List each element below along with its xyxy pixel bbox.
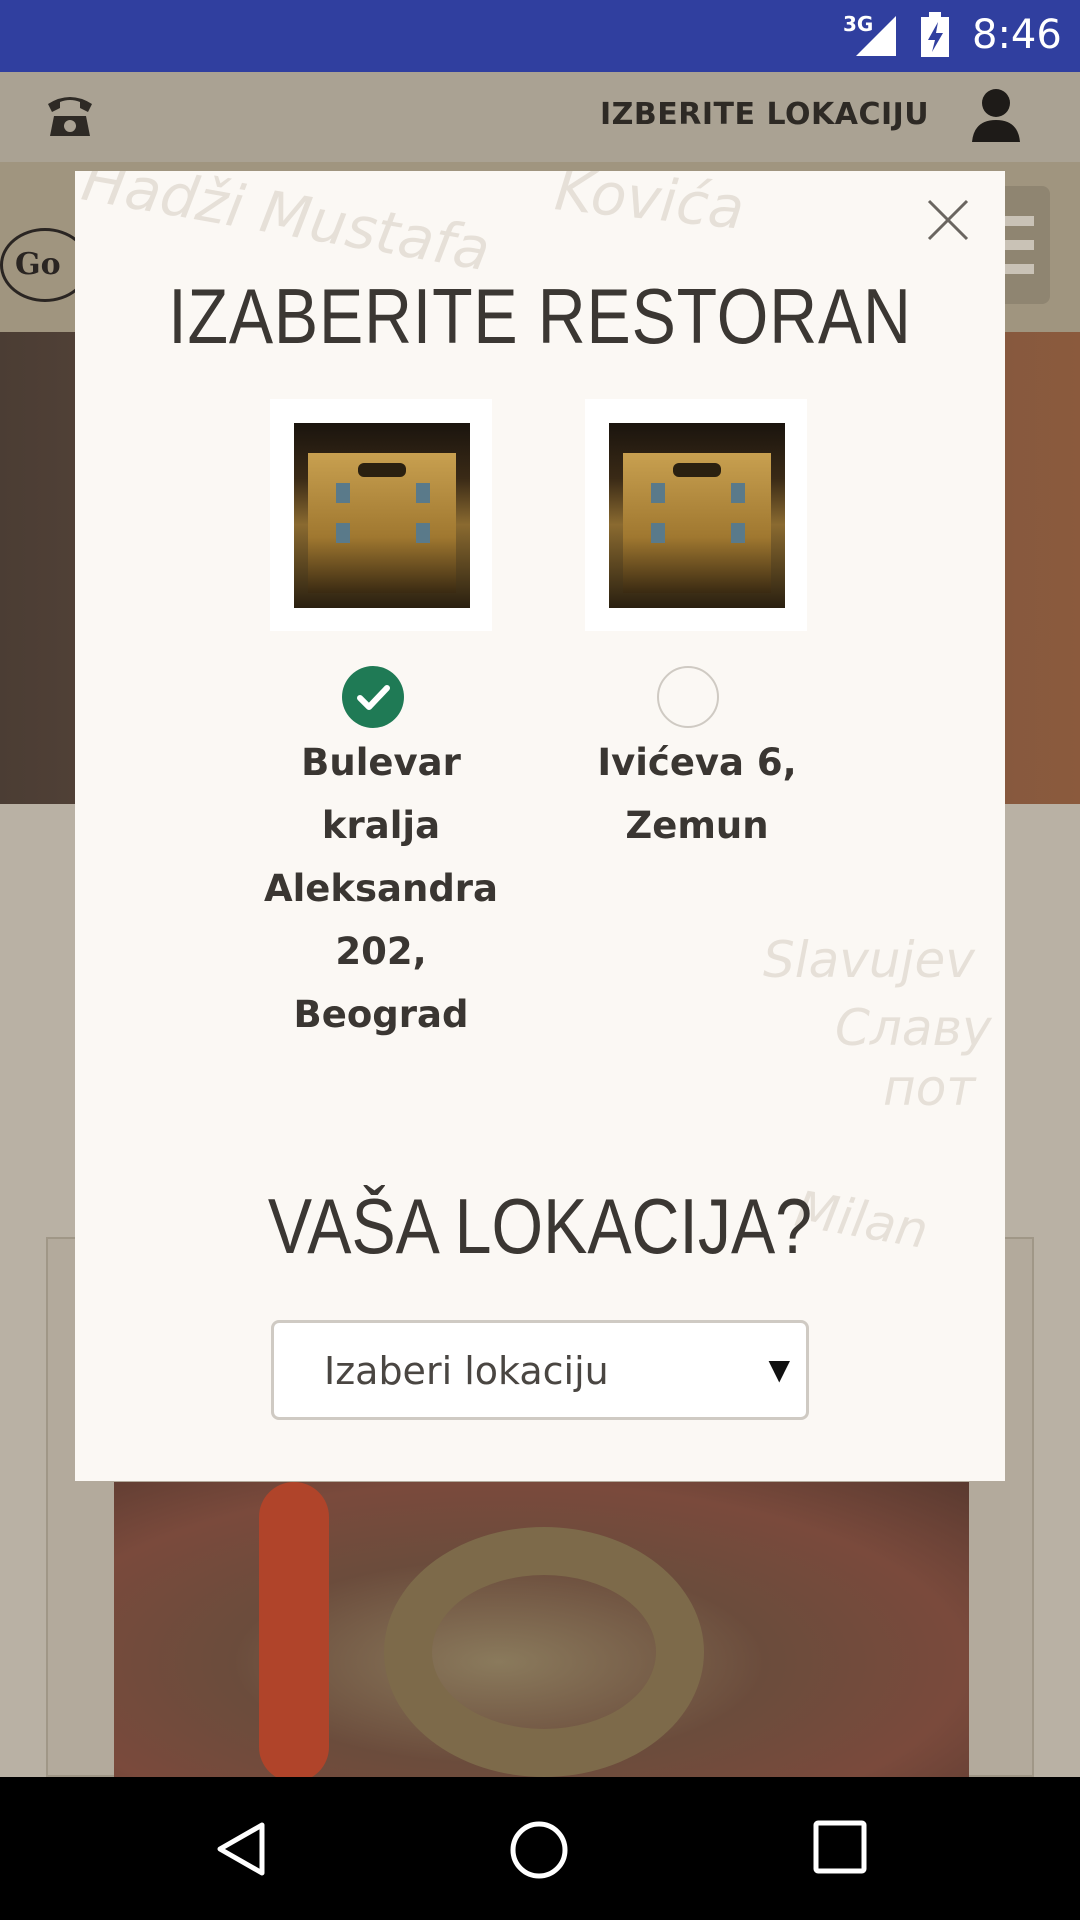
clock: 8:46 xyxy=(972,12,1062,58)
close-icon[interactable] xyxy=(923,195,973,245)
map-watermark: пот xyxy=(883,1059,976,1117)
location-title: VAŠA LOKACIJA? xyxy=(267,1182,813,1270)
map-watermark: Slavujev xyxy=(763,931,975,989)
restaurant-picker-modal: Hadži Mustafa Kovića Slavujev Славу пот … xyxy=(75,171,1005,1481)
user-icon[interactable] xyxy=(970,88,1022,142)
recents-icon[interactable] xyxy=(812,1819,868,1875)
app-header: IZBERITE LOKACIJU xyxy=(0,72,1080,162)
restaurant-photo xyxy=(294,423,470,608)
location-select[interactable]: Izaberi lokaciju ▼ xyxy=(271,1320,809,1420)
dropdown-caret-icon: ▼ xyxy=(768,1353,790,1386)
status-bar: 3G 8:46 xyxy=(0,0,1080,72)
back-icon[interactable] xyxy=(212,1819,272,1879)
checkmark-icon xyxy=(357,685,390,710)
restaurant-address: Ivićeva 6, Zemun xyxy=(597,741,797,847)
restaurant-card-ziceva[interactable] xyxy=(585,399,807,631)
location-select-value: Izaberi lokaciju xyxy=(324,1349,609,1393)
home-icon[interactable] xyxy=(508,1819,570,1881)
battery-charging-icon xyxy=(921,12,949,57)
system-nav-bar xyxy=(0,1777,1080,1920)
restaurant-radio-bulevar-checked[interactable] xyxy=(342,666,404,728)
select-location-link[interactable]: IZBERITE LOKACIJU xyxy=(600,97,929,132)
signal-icon xyxy=(856,16,896,56)
restaurant-photo xyxy=(609,423,785,608)
phone-icon[interactable] xyxy=(44,90,96,140)
map-watermark: Славу xyxy=(835,999,992,1057)
map-watermark: Hadži Mustafa xyxy=(77,171,496,285)
restaurant-address: Bulevar kralja Aleksandra 202, Beograd xyxy=(263,741,499,1036)
restaurant-radio-iviceva[interactable] xyxy=(657,666,719,728)
map-watermark: Kovića xyxy=(551,171,748,243)
modal-title: IZABERITE RESTORAN xyxy=(168,272,912,360)
background-food-image xyxy=(114,1482,969,1782)
restaurant-card-bulevar[interactable] xyxy=(270,399,492,631)
